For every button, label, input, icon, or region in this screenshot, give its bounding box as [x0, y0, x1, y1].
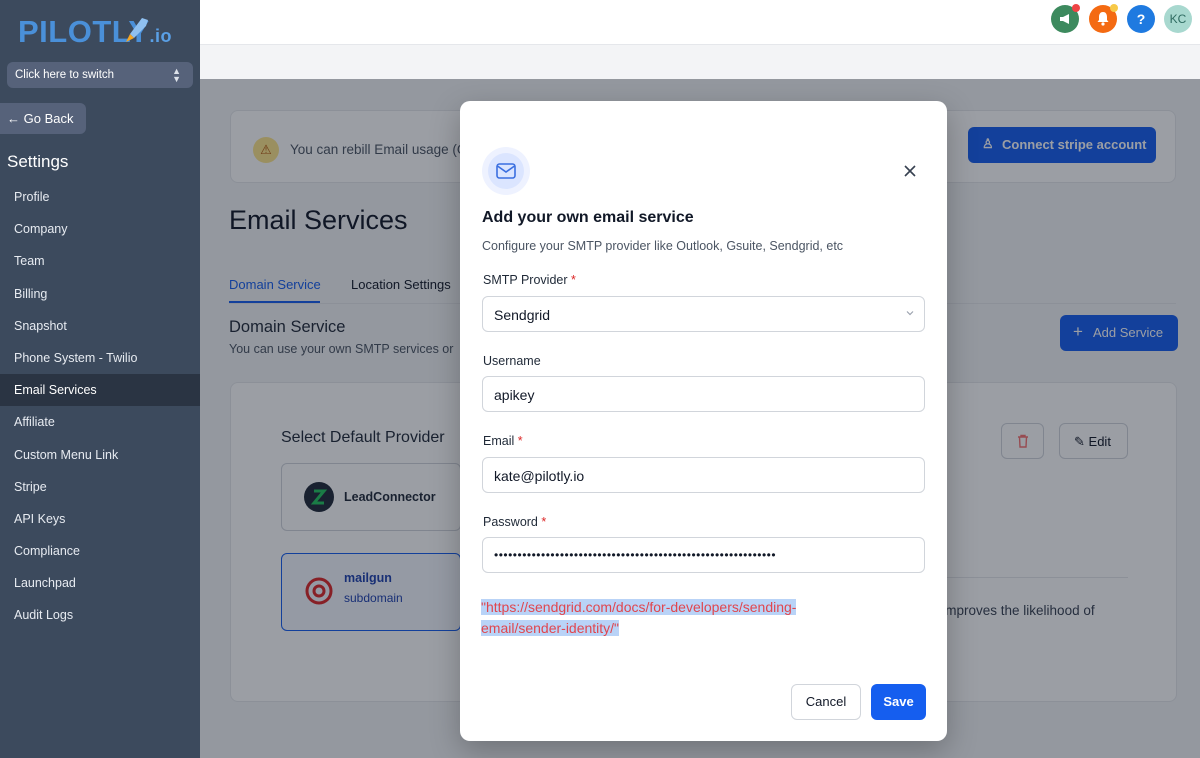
bell-icon — [1097, 12, 1109, 26]
chevron-up-down-icon: ▲ ▼ — [172, 66, 181, 84]
sidebar-item-company[interactable]: Company — [0, 213, 200, 245]
modal-header-icon — [482, 147, 530, 195]
sidebar-item-team[interactable]: Team — [0, 245, 200, 277]
settings-title: Settings — [7, 152, 69, 171]
password-input[interactable]: ••••••••••••••••••••••••••••••••••••••••… — [482, 537, 925, 573]
brand-suffix: .io — [149, 26, 173, 46]
account-switcher[interactable]: Click here to switch ▲ ▼ — [7, 62, 193, 88]
avatar[interactable]: KC — [1164, 5, 1192, 33]
account-switcher-label: Click here to switch — [15, 69, 115, 81]
sidebar-item-launchpad[interactable]: Launchpad — [0, 567, 200, 599]
modal-title: Add your own email service — [482, 209, 694, 226]
chevron-down-icon — [906, 311, 914, 316]
notifications-button[interactable] — [1089, 4, 1118, 33]
announcement-badge-dot — [1072, 4, 1080, 12]
sidebar-item-custom-menu-link[interactable]: Custom Menu Link — [0, 439, 200, 471]
sidebar-item-audit-logs[interactable]: Audit Logs — [0, 599, 200, 631]
sidebar-item-email-services[interactable]: Email Services — [0, 374, 200, 407]
go-back-label: Go Back — [23, 111, 74, 126]
email-input[interactable]: kate@pilotly.io — [482, 457, 925, 493]
sub-bar — [200, 45, 1200, 79]
settings-nav: Profile Company Team Billing Snapshot Ph… — [0, 181, 200, 632]
help-button[interactable]: ? — [1127, 5, 1155, 33]
sidebar-item-api-keys[interactable]: API Keys — [0, 503, 200, 535]
password-label: Password * — [483, 515, 547, 529]
modal-subtitle: Configure your SMTP provider like Outloo… — [482, 239, 844, 253]
sidebar-item-profile[interactable]: Profile — [0, 181, 200, 213]
email-label: Email * — [483, 434, 523, 448]
go-back-button[interactable]: ← Go Back — [0, 103, 86, 134]
sidebar-item-phone-system[interactable]: Phone System - Twilio — [0, 342, 200, 374]
rocket-icon — [126, 18, 148, 42]
envelope-icon — [496, 163, 516, 179]
cancel-button[interactable]: Cancel — [791, 684, 861, 720]
help-icon: ? — [1136, 11, 1146, 27]
announcement-button[interactable] — [1051, 4, 1080, 33]
notifications-badge-dot — [1110, 4, 1118, 12]
arrow-left-icon: ← — [7, 111, 20, 126]
sidebar-item-affiliate[interactable]: Affiliate — [0, 406, 200, 438]
username-input[interactable]: apikey — [482, 376, 925, 412]
username-label: Username — [483, 354, 541, 368]
save-button[interactable]: Save — [871, 684, 926, 720]
top-bar: ? KC — [200, 0, 1200, 45]
smtp-provider-select[interactable]: Sendgrid — [482, 296, 925, 332]
link-line-2: email/sender-identity/" — [481, 620, 620, 636]
sendgrid-docs-link[interactable]: "https://sendgrid.com/docs/for-developer… — [481, 597, 841, 639]
sidebar-item-billing[interactable]: Billing — [0, 278, 200, 310]
sidebar-item-snapshot[interactable]: Snapshot — [0, 310, 200, 342]
sidebar-item-compliance[interactable]: Compliance — [0, 535, 200, 567]
smtp-provider-label: SMTP Provider * — [483, 273, 576, 287]
avatar-initials: KC — [1169, 12, 1187, 26]
add-email-service-modal: Add your own email service Configure you… — [460, 101, 947, 741]
smtp-provider-value: Sendgrid — [494, 307, 551, 323]
link-line-1: "https://sendgrid.com/docs/for-developer… — [481, 599, 797, 615]
sidebar-item-stripe[interactable]: Stripe — [0, 471, 200, 503]
sidebar: PILOTLY.io Click here to switch ▲ ▼ ← Go … — [0, 0, 200, 758]
close-icon[interactable] — [900, 161, 920, 181]
megaphone-icon — [1060, 14, 1069, 24]
